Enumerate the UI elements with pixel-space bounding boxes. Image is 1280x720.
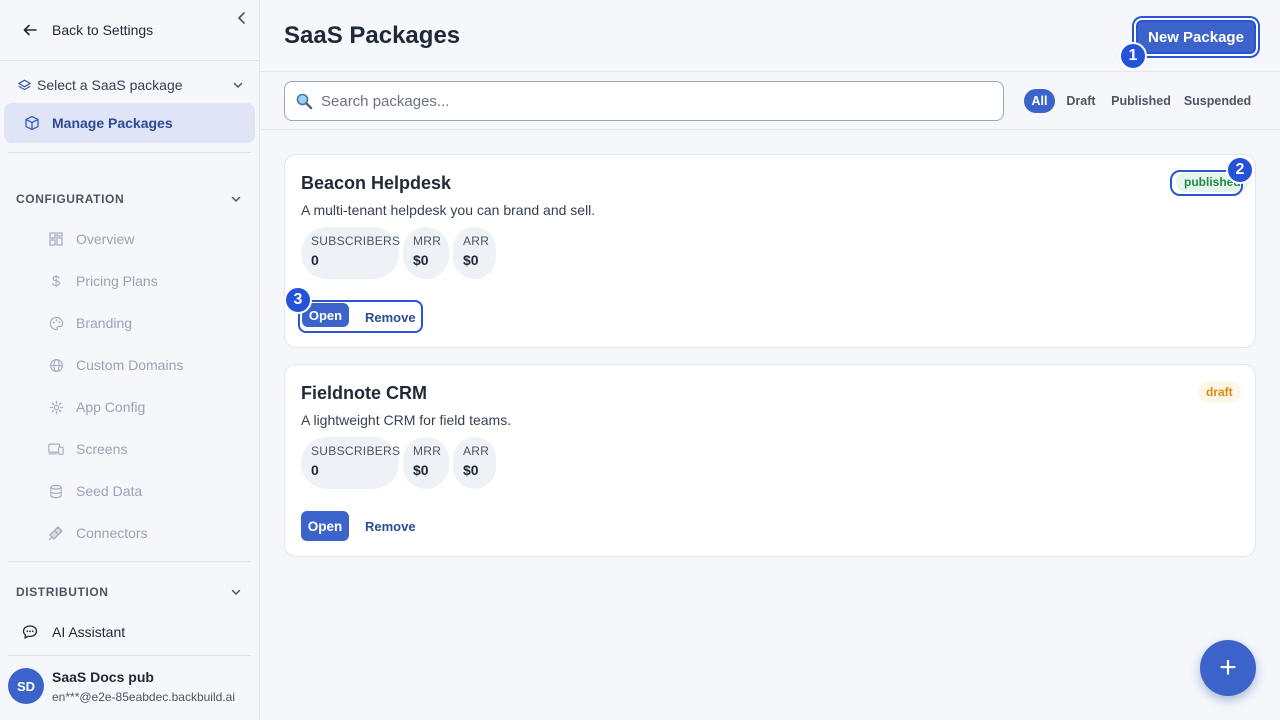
- palette-icon: [48, 315, 64, 331]
- stat-value: 0: [311, 252, 319, 268]
- stat-arr: ARR $0: [453, 227, 496, 279]
- package-select-label: Select a SaaS package: [37, 77, 183, 93]
- package-card: Fieldnote CRM A lightweight CRM for fiel…: [284, 364, 1256, 557]
- stat-value: $0: [463, 252, 479, 268]
- sidebar-item-label: Overview: [76, 231, 135, 247]
- package-name: Beacon Helpdesk: [301, 173, 452, 193]
- sidebar-item-label: Seed Data: [76, 483, 143, 499]
- sidebar-item-label: App Config: [76, 399, 146, 415]
- database-icon: [48, 483, 64, 499]
- package-select[interactable]: Select a SaaS package: [18, 74, 244, 96]
- sidebar-item-overview[interactable]: Overview: [48, 228, 134, 250]
- filter-draft[interactable]: Draft: [1063, 89, 1099, 113]
- globe-icon: [48, 357, 64, 373]
- sidebar: Back to Settings Select a SaaS package M…: [0, 0, 260, 720]
- search-input[interactable]: [321, 92, 1003, 110]
- sidebar-item-screens[interactable]: Screens: [48, 438, 127, 460]
- stat-subscribers: SUBSCRIBERS 0: [301, 437, 401, 489]
- stat-label: ARR: [463, 234, 490, 248]
- divider: [8, 655, 251, 656]
- sidebar-item-label: Screens: [76, 441, 128, 457]
- chevron-left-icon[interactable]: [234, 10, 250, 26]
- user-email: en***@e2e-85eabdec.backbuild.ai: [52, 690, 235, 704]
- distribution-section-toggle[interactable]: DISTRIBUTION: [16, 583, 242, 601]
- divider: [0, 60, 259, 61]
- user-name: SaaS Docs pub: [52, 669, 154, 685]
- remove-button[interactable]: Remove: [365, 511, 416, 541]
- section-heading: DISTRIBUTION: [16, 585, 109, 599]
- sidebar-item-label: Custom Domains: [76, 357, 184, 373]
- stat-subscribers: SUBSCRIBERS 0: [301, 227, 401, 279]
- add-fab-button[interactable]: +: [1200, 640, 1256, 696]
- sidebar-item-pricing-plans[interactable]: $ Pricing Plans: [48, 270, 158, 292]
- layers-icon: [18, 79, 31, 90]
- stat-value: $0: [413, 462, 429, 478]
- stat-value: $0: [413, 252, 429, 268]
- stat-arr: ARR $0: [453, 437, 496, 489]
- sidebar-item-label: Branding: [76, 315, 133, 331]
- search-icon: [296, 93, 313, 110]
- package-name: Fieldnote CRM: [301, 383, 427, 403]
- package-description: A lightweight CRM for field teams.: [301, 412, 512, 428]
- gear-icon: [48, 399, 64, 415]
- stat-label: SUBSCRIBERS: [311, 444, 401, 458]
- dollar-icon: $: [51, 272, 61, 290]
- stat-label: SUBSCRIBERS: [311, 234, 401, 248]
- stat-label: MRR: [413, 234, 442, 248]
- filter-suspended[interactable]: Suspended: [1179, 89, 1256, 113]
- sidebar-item-branding[interactable]: Branding: [48, 312, 132, 334]
- divider: [8, 152, 251, 153]
- stat-value: 0: [311, 462, 319, 478]
- package-card: Beacon Helpdesk A multi-tenant helpdesk …: [284, 154, 1256, 348]
- new-package-button[interactable]: New Package: [1136, 20, 1256, 54]
- divider: [8, 561, 251, 562]
- stat-label: ARR: [463, 444, 490, 458]
- sidebar-item-connectors[interactable]: Connectors: [48, 522, 148, 544]
- chevron-down-icon: [231, 196, 241, 203]
- stat-label: MRR: [413, 444, 442, 458]
- sidebar-item-label: Pricing Plans: [76, 273, 158, 289]
- section-heading: CONFIGURATION: [16, 192, 125, 206]
- sidebar-item-custom-domains[interactable]: Custom Domains: [48, 354, 183, 376]
- stat-mrr: MRR $0: [403, 437, 449, 489]
- box-icon: [25, 115, 39, 131]
- package-description: A multi-tenant helpdesk you can brand an…: [301, 202, 596, 218]
- annotation-marker: 3: [284, 286, 312, 314]
- back-to-settings-link[interactable]: Back to Settings: [22, 18, 153, 42]
- user-profile[interactable]: SD SaaS Docs pub en***@e2e-85eabdec.back…: [8, 666, 256, 710]
- sidebar-item-seed-data[interactable]: Seed Data: [48, 480, 142, 502]
- status-badge: draft: [1198, 382, 1241, 402]
- filter-all[interactable]: All: [1024, 89, 1055, 113]
- sidebar-item-manage-packages[interactable]: Manage Packages: [4, 103, 255, 143]
- back-label: Back to Settings: [52, 22, 154, 38]
- sidebar-item-app-config[interactable]: App Config: [48, 396, 145, 418]
- devices-icon: [48, 441, 64, 457]
- ai-assistant-label: AI Assistant: [52, 624, 126, 640]
- search-field[interactable]: [284, 81, 1004, 121]
- chevron-down-icon: [231, 589, 241, 596]
- avatar: SD: [8, 668, 44, 704]
- sidebar-item-label: Manage Packages: [52, 115, 173, 131]
- sidebar-item-ai-assistant[interactable]: AI Assistant: [22, 621, 125, 643]
- remove-button[interactable]: Remove: [365, 302, 416, 332]
- annotation-marker: 2: [1226, 156, 1254, 184]
- plug-icon: [48, 525, 64, 541]
- configuration-section-toggle[interactable]: CONFIGURATION: [16, 190, 242, 208]
- grid-icon: [48, 231, 64, 247]
- sidebar-item-label: Connectors: [76, 525, 148, 541]
- chat-bubble-icon: [22, 625, 38, 639]
- arrow-left-icon: [23, 24, 37, 36]
- stat-mrr: MRR $0: [403, 227, 449, 279]
- page-title: SaaS Packages: [284, 22, 461, 49]
- search-toolbar: All Draft Published Suspended: [260, 72, 1280, 130]
- annotation-marker: 1: [1119, 42, 1147, 70]
- open-button[interactable]: Open: [301, 511, 349, 541]
- filter-published[interactable]: Published: [1107, 89, 1175, 113]
- chevron-down-icon: [233, 82, 243, 89]
- stat-value: $0: [463, 462, 479, 478]
